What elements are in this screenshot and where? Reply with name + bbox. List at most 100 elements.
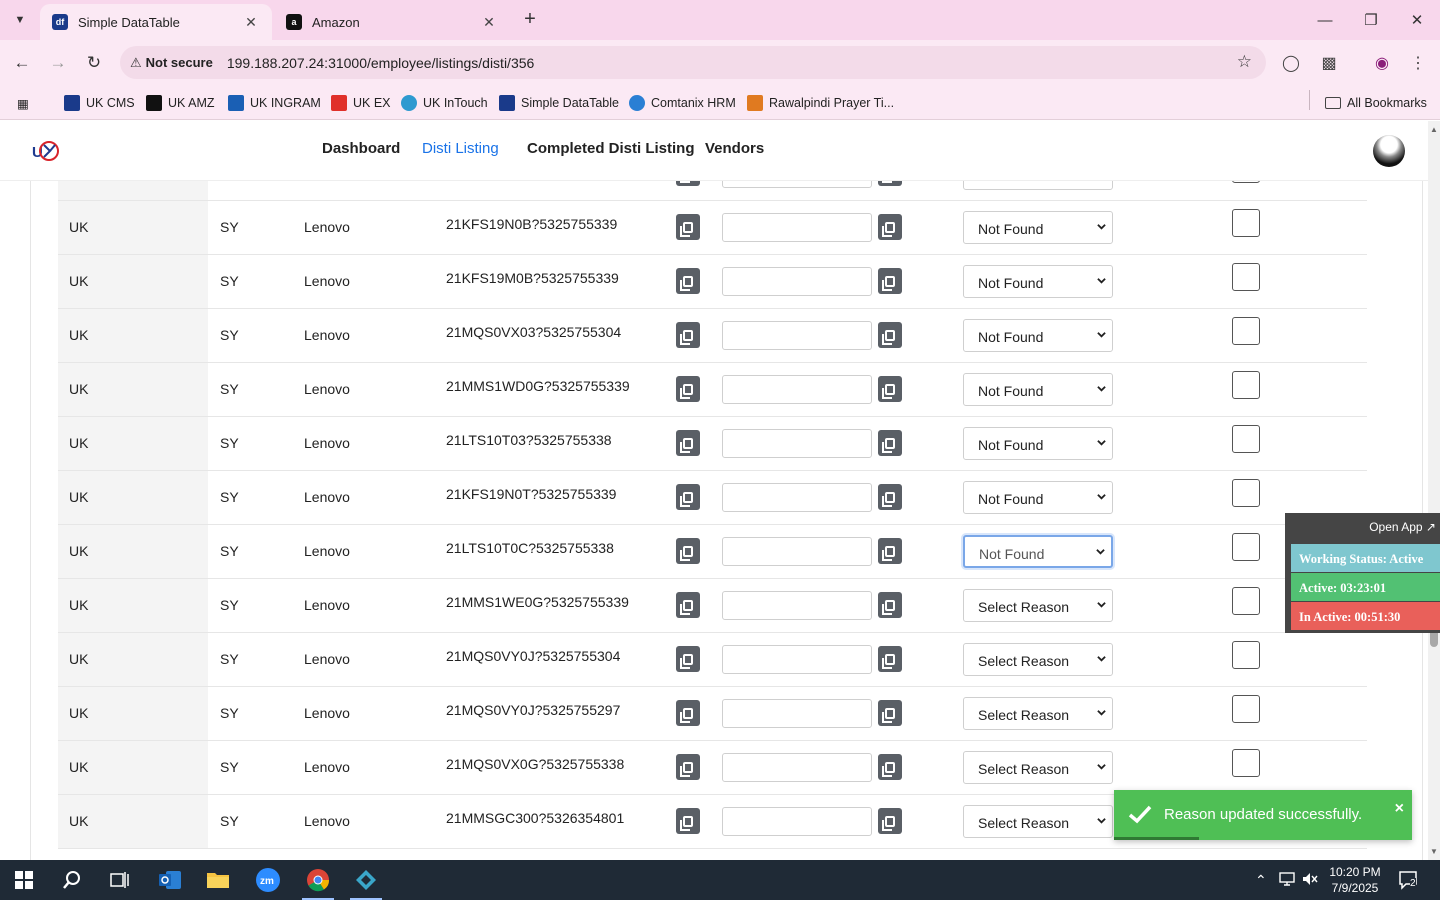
tab-simple-datatable[interactable]: df Simple DataTable ✕ bbox=[40, 4, 272, 40]
reason-select[interactable]: Select Reason bbox=[963, 805, 1113, 838]
tab-search-chevron-icon[interactable]: ▼ bbox=[6, 6, 34, 34]
network-icon[interactable] bbox=[1279, 872, 1295, 889]
asin-input[interactable] bbox=[722, 429, 872, 458]
bookmark-star-icon[interactable]: ☆ bbox=[1237, 52, 1252, 72]
paste-icon[interactable] bbox=[878, 538, 902, 564]
copy-icon[interactable] bbox=[676, 181, 700, 186]
nav-dashboard[interactable]: Dashboard bbox=[322, 140, 400, 157]
nav-completed-disti-listing[interactable]: Completed Disti Listing bbox=[527, 140, 695, 157]
taskbar-clock[interactable]: 10:20 PM 7/9/2025 bbox=[1326, 864, 1384, 896]
row-checkbox[interactable] bbox=[1232, 425, 1260, 453]
open-app-link[interactable]: Open App ↗ bbox=[1369, 520, 1436, 534]
asin-input[interactable] bbox=[722, 267, 872, 296]
paste-icon[interactable] bbox=[878, 592, 902, 618]
row-checkbox[interactable] bbox=[1232, 641, 1260, 669]
paste-icon[interactable] bbox=[878, 430, 902, 456]
asin-input[interactable] bbox=[722, 181, 872, 188]
row-checkbox[interactable] bbox=[1232, 181, 1260, 183]
asin-input[interactable] bbox=[722, 753, 872, 782]
bookmark-uk-amz[interactable]: UK AMZ bbox=[146, 93, 215, 113]
reason-select[interactable]: Not Found bbox=[963, 373, 1113, 406]
file-explorer-icon[interactable] bbox=[194, 860, 242, 900]
chrome-icon[interactable] bbox=[294, 860, 342, 900]
asin-input[interactable] bbox=[722, 213, 872, 242]
scroll-down-arrow-icon[interactable]: ▼ bbox=[1430, 847, 1438, 856]
paste-icon[interactable] bbox=[878, 322, 902, 348]
row-checkbox[interactable] bbox=[1232, 209, 1260, 237]
asin-input[interactable] bbox=[722, 699, 872, 728]
profile-icon[interactable]: ◉ bbox=[1371, 52, 1393, 74]
nav-disti-listing[interactable]: Disti Listing bbox=[422, 140, 499, 157]
row-checkbox[interactable] bbox=[1232, 263, 1260, 291]
scroll-up-arrow-icon[interactable]: ▲ bbox=[1430, 125, 1438, 134]
asin-input[interactable] bbox=[722, 807, 872, 836]
reason-select[interactable]: Select Reason bbox=[963, 751, 1113, 784]
toast-close-icon[interactable]: × bbox=[1395, 800, 1404, 818]
bookmark-uk-ex[interactable]: UK EX bbox=[331, 93, 391, 113]
notifications-icon[interactable]: 2 bbox=[1398, 870, 1420, 893]
paste-icon[interactable] bbox=[878, 808, 902, 834]
copy-icon[interactable] bbox=[676, 538, 700, 564]
url-text[interactable]: 199.188.207.24:31000/employee/listings/d… bbox=[227, 55, 534, 71]
page-scrollbar[interactable]: ▲ ▼ bbox=[1428, 121, 1440, 860]
copy-icon[interactable] bbox=[676, 754, 700, 780]
copy-icon[interactable] bbox=[676, 700, 700, 726]
back-arrow-icon[interactable]: ← bbox=[9, 50, 35, 76]
window-close-icon[interactable]: ✕ bbox=[1394, 6, 1440, 34]
row-checkbox[interactable] bbox=[1232, 317, 1260, 345]
warning-triangle-icon[interactable]: ⚠ bbox=[130, 55, 142, 71]
search-icon[interactable] bbox=[48, 860, 96, 900]
bookmark-simple-datatable[interactable]: Simple DataTable bbox=[499, 93, 619, 113]
zoom-icon[interactable]: zm bbox=[244, 860, 292, 900]
reason-select[interactable]: Select Reason bbox=[963, 643, 1113, 676]
copy-icon[interactable] bbox=[676, 646, 700, 672]
address-bar[interactable]: ⚠ Not secure 199.188.207.24:31000/employ… bbox=[120, 46, 1266, 79]
reason-select[interactable]: Not Found bbox=[963, 427, 1113, 460]
kebab-menu-icon[interactable]: ⋮ bbox=[1407, 52, 1429, 74]
nav-vendors[interactable]: Vendors bbox=[705, 140, 764, 157]
forward-arrow-icon[interactable]: → bbox=[45, 50, 71, 76]
task-view-icon[interactable] bbox=[96, 860, 144, 900]
avatar[interactable] bbox=[1373, 135, 1405, 167]
asin-input[interactable] bbox=[722, 321, 872, 350]
bookmark-uk-ingram[interactable]: UK INGRAM bbox=[228, 93, 321, 113]
paste-icon[interactable] bbox=[878, 376, 902, 402]
reason-select[interactable]: Not Found bbox=[963, 265, 1113, 298]
bookmark-comtanix-hrm[interactable]: Comtanix HRM bbox=[629, 93, 736, 113]
row-checkbox[interactable] bbox=[1232, 749, 1260, 777]
paste-icon[interactable] bbox=[878, 646, 902, 672]
all-bookmarks[interactable]: All Bookmarks bbox=[1325, 93, 1427, 113]
row-checkbox[interactable] bbox=[1232, 695, 1260, 723]
reason-select[interactable] bbox=[963, 181, 1113, 190]
paste-icon[interactable] bbox=[878, 700, 902, 726]
paste-icon[interactable] bbox=[878, 214, 902, 240]
uk-logo-icon[interactable]: U bbox=[30, 138, 60, 164]
copy-icon[interactable] bbox=[676, 484, 700, 510]
row-checkbox[interactable] bbox=[1232, 587, 1260, 615]
asin-input[interactable] bbox=[722, 483, 872, 512]
reason-select[interactable]: Select Reason bbox=[963, 589, 1113, 622]
outlook-icon[interactable] bbox=[146, 860, 194, 900]
asin-input[interactable] bbox=[722, 537, 872, 566]
bookmark-uk-cms[interactable]: UK CMS bbox=[64, 93, 135, 113]
copy-icon[interactable] bbox=[676, 268, 700, 294]
copy-icon[interactable] bbox=[676, 430, 700, 456]
paste-icon[interactable] bbox=[878, 268, 902, 294]
extensions-puzzle-icon[interactable]: ▩ bbox=[1318, 52, 1340, 74]
reason-select[interactable]: Not Found bbox=[963, 481, 1113, 514]
apps-grid-icon[interactable]: ▦ bbox=[17, 93, 29, 113]
close-icon[interactable]: ✕ bbox=[480, 14, 498, 31]
new-tab-plus-icon[interactable]: + bbox=[518, 8, 542, 32]
copy-icon[interactable] bbox=[676, 376, 700, 402]
row-checkbox[interactable] bbox=[1232, 533, 1260, 561]
reason-select[interactable]: Not Found bbox=[963, 211, 1113, 244]
paste-icon[interactable] bbox=[878, 484, 902, 510]
tab-amazon[interactable]: a Amazon ✕ bbox=[274, 4, 510, 40]
copy-icon[interactable] bbox=[676, 214, 700, 240]
minimize-icon[interactable]: — bbox=[1302, 6, 1348, 34]
close-icon[interactable]: ✕ bbox=[242, 14, 260, 31]
tray-chevron-up-icon[interactable]: ⌃ bbox=[1255, 872, 1267, 889]
speaker-muted-icon[interactable] bbox=[1302, 872, 1318, 889]
paste-icon[interactable] bbox=[878, 181, 902, 186]
row-checkbox[interactable] bbox=[1232, 371, 1260, 399]
